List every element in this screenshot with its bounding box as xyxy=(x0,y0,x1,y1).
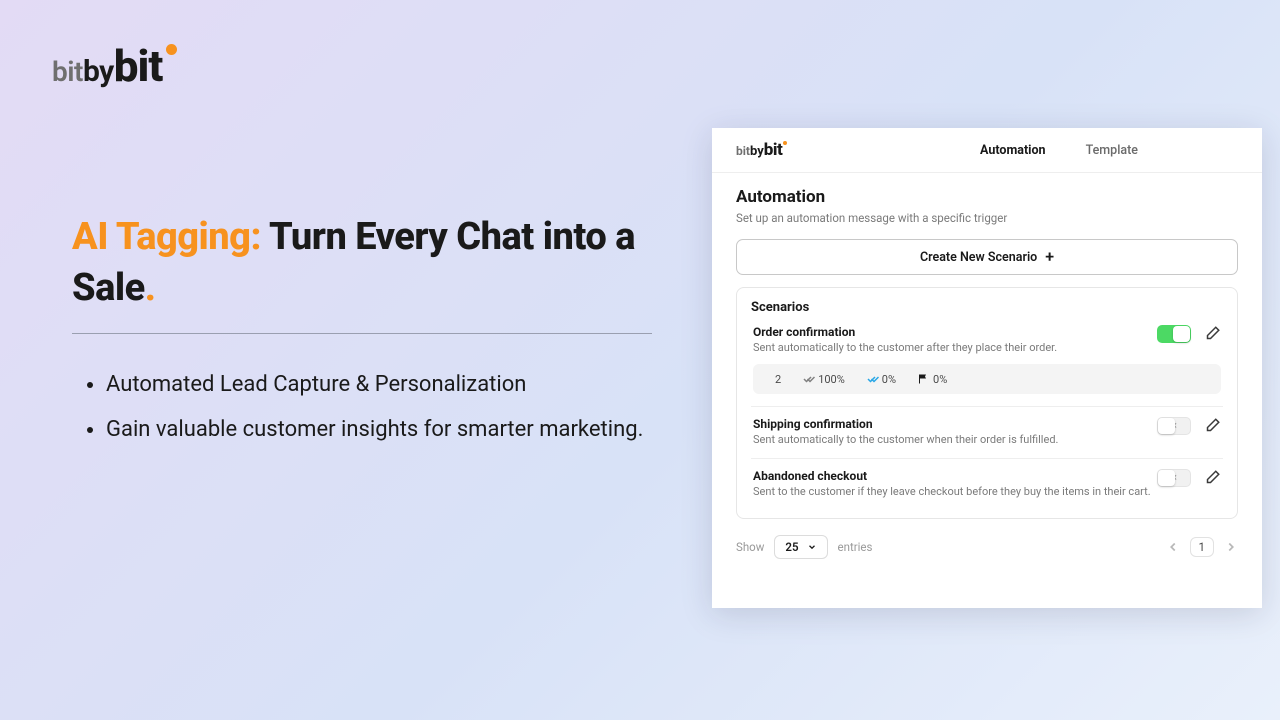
scenario-title: Shipping confirmation xyxy=(753,417,1221,431)
headline-accent: AI Tagging: xyxy=(72,215,261,259)
scenario-desc: Sent to the customer if they leave check… xyxy=(753,485,1221,498)
create-scenario-label: Create New Scenario xyxy=(920,250,1037,265)
section-title: Automation xyxy=(736,187,1238,207)
edit-icon[interactable] xyxy=(1203,325,1221,343)
entries-label: entries xyxy=(838,540,873,554)
stat-read: 0% xyxy=(867,373,896,386)
tab-automation[interactable]: Automation xyxy=(980,143,1046,158)
edit-icon[interactable] xyxy=(1203,469,1221,487)
scenario-desc: Sent automatically to the customer after… xyxy=(753,341,1221,354)
feature-bullets: Automated Lead Capture & Personalization… xyxy=(72,362,652,452)
logo-dot-icon xyxy=(166,44,177,55)
logo-text-by: by xyxy=(83,54,114,89)
stat-count: 2 xyxy=(775,373,781,386)
app-header: bitbybit Automation Template xyxy=(712,128,1262,164)
headline-divider xyxy=(72,333,652,334)
scenario-desc: Sent automatically to the customer when … xyxy=(753,433,1221,446)
stat-flagged-value: 0% xyxy=(933,373,947,386)
logo-text-bit: bit xyxy=(52,55,83,88)
pagination: Show 25 entries 1 xyxy=(736,535,1238,559)
scenario-row: Order confirmation Sent automatically to… xyxy=(751,315,1223,400)
chevron-right-icon[interactable] xyxy=(1224,540,1238,554)
stat-delivered: 100% xyxy=(803,373,845,386)
scenario-row: Shipping confirmation Sent automatically… xyxy=(751,406,1223,452)
headline-dot: . xyxy=(145,266,156,310)
check-double-icon xyxy=(803,373,815,385)
page-size-select[interactable]: 25 xyxy=(774,535,827,559)
flag-icon xyxy=(918,373,930,385)
check-double-icon xyxy=(867,373,879,385)
app-logo-bit: bit xyxy=(736,144,750,158)
logo-text-bit2: bit xyxy=(114,40,163,92)
feature-bullet: Gain valuable customer insights for smar… xyxy=(106,407,652,452)
scenario-toggle[interactable]: × xyxy=(1157,417,1191,435)
scenario-title: Order confirmation xyxy=(753,325,1221,339)
create-scenario-button[interactable]: Create New Scenario + xyxy=(736,239,1238,275)
tab-template[interactable]: Template xyxy=(1086,143,1138,158)
marketing-copy: AI Tagging: Turn Every Chat into a Sale.… xyxy=(72,212,652,452)
stat-read-value: 0% xyxy=(882,373,896,386)
headline: AI Tagging: Turn Every Chat into a Sale. xyxy=(72,212,652,315)
scenario-title: Abandoned checkout xyxy=(753,469,1221,483)
scenario-toggle[interactable] xyxy=(1157,325,1191,343)
panel-title: Scenarios xyxy=(751,300,1223,315)
page-number[interactable]: 1 xyxy=(1190,537,1214,557)
scenario-toggle[interactable]: × xyxy=(1157,469,1191,487)
feature-bullet: Automated Lead Capture & Personalization xyxy=(106,362,652,407)
scenario-stats: 2 100% 0% 0% xyxy=(753,364,1221,394)
scenarios-panel: Scenarios Order confirmation Sent automa… xyxy=(736,287,1238,519)
section-header: Automation Set up an automation message … xyxy=(712,173,1262,239)
app-logo-bit2: bit xyxy=(764,140,782,160)
page-size-value: 25 xyxy=(785,540,798,554)
chevron-down-icon xyxy=(807,542,817,552)
app-logo-dot-icon xyxy=(783,141,787,145)
app-card: bitbybit Automation Template Automation … xyxy=(712,128,1262,608)
app-logo: bitbybit xyxy=(736,140,787,160)
scenario-row: Abandoned checkout Sent to the customer … xyxy=(751,458,1223,504)
show-label: Show xyxy=(736,540,764,554)
stat-flagged: 0% xyxy=(918,373,947,386)
stat-delivered-value: 100% xyxy=(818,373,845,386)
brand-logo: bit by bit xyxy=(52,40,179,92)
app-logo-by: by xyxy=(750,144,764,159)
edit-icon[interactable] xyxy=(1203,417,1221,435)
chevron-left-icon[interactable] xyxy=(1166,540,1180,554)
section-subtitle: Set up an automation message with a spec… xyxy=(736,211,1238,225)
app-tabs: Automation Template xyxy=(980,143,1138,158)
